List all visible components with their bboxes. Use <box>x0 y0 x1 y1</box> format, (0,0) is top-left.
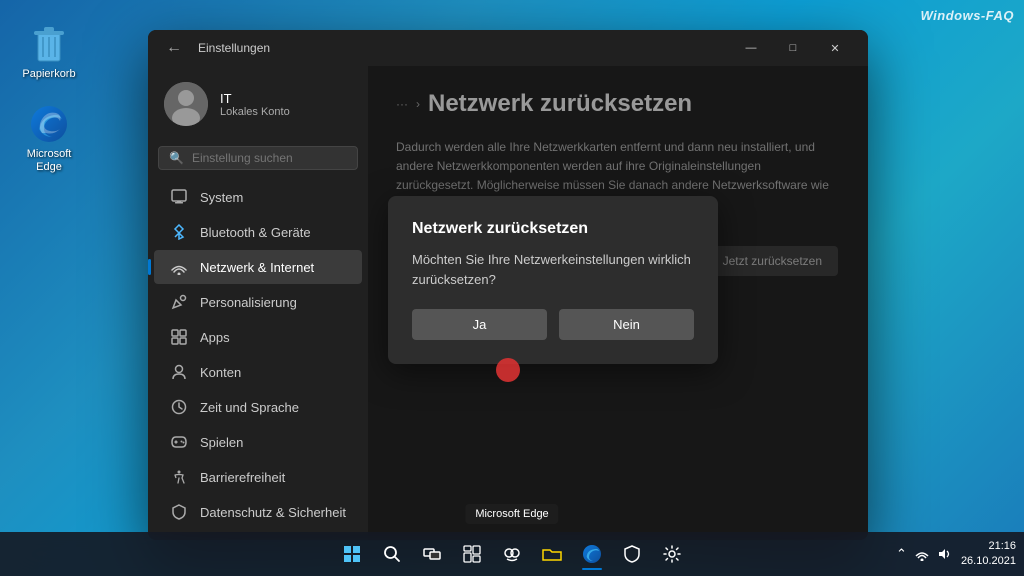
user-profile[interactable]: IT Lokales Konto <box>148 74 368 142</box>
search-input[interactable] <box>192 151 347 165</box>
sidebar-item-time[interactable]: Zeit und Sprache <box>154 390 362 424</box>
personalization-label: Personalisierung <box>200 295 297 310</box>
avatar <box>164 82 208 126</box>
chat-button[interactable] <box>494 536 530 572</box>
sidebar-item-bluetooth[interactable]: Bluetooth & Geräte <box>154 215 362 249</box>
system-icon <box>170 188 188 206</box>
minimize-button[interactable]: — <box>730 32 772 64</box>
window-title: Einstellungen <box>198 41 730 55</box>
sidebar: IT Lokales Konto 🔍 System <box>148 66 368 540</box>
apps-icon <box>170 328 188 346</box>
desktop: Windows-FAQ Papierkorb <box>0 0 1024 576</box>
back-button[interactable]: ← <box>160 37 188 59</box>
user-type: Lokales Konto <box>220 106 290 118</box>
bluetooth-label: Bluetooth & Geräte <box>200 225 311 240</box>
network-label: Netzwerk & Internet <box>200 260 314 275</box>
nein-button[interactable]: Nein <box>559 309 694 340</box>
settings-window: ← Einstellungen — □ ✕ <box>148 30 868 540</box>
papierkorb-label: Papierkorb <box>22 68 75 81</box>
time-display: 21:16 <box>961 539 1016 554</box>
desktop-icon-edge[interactable]: Microsoft Edge <box>14 100 84 178</box>
privacy-label: Datenschutz & Sicherheit <box>200 505 346 520</box>
bluetooth-icon <box>170 223 188 241</box>
watermark-text: Windows-FAQ <box>921 8 1015 23</box>
taskbar-search-button[interactable] <box>374 536 410 572</box>
privacy-icon <box>170 503 188 521</box>
time-label: Zeit und Sprache <box>200 400 299 415</box>
tray-volume[interactable] <box>935 545 953 563</box>
accessibility-icon <box>170 468 188 486</box>
window-controls: — □ ✕ <box>730 32 856 64</box>
sidebar-item-network[interactable]: Netzwerk & Internet <box>154 250 362 284</box>
sidebar-item-privacy[interactable]: Datenschutz & Sicherheit <box>154 495 362 529</box>
clock[interactable]: 21:16 26.10.2021 <box>961 539 1016 570</box>
edge-label: Microsoft Edge <box>18 148 80 174</box>
close-button[interactable]: ✕ <box>814 32 856 64</box>
maximize-button[interactable]: □ <box>772 32 814 64</box>
dialog-message: Möchten Sie Ihre Netzwerkeinstellungen w… <box>412 250 694 289</box>
tray-network[interactable] <box>913 545 931 563</box>
title-bar: ← Einstellungen — □ ✕ <box>148 30 868 66</box>
system-tray: ⌃ <box>894 544 953 564</box>
taskbar-right: ⌃ 21:16 26.10.2021 <box>894 539 1016 570</box>
taskbar-center <box>334 536 690 572</box>
sidebar-item-accounts[interactable]: Konten <box>154 355 362 389</box>
sidebar-item-apps[interactable]: Apps <box>154 320 362 354</box>
sidebar-item-personalization[interactable]: Personalisierung <box>154 285 362 319</box>
accessibility-label: Barrierefreiheit <box>200 470 285 485</box>
taskbar: ⌃ 21:16 26.10.2021 <box>0 532 1024 576</box>
dialog-overlay: Netzwerk zurücksetzen Möchten Sie Ihre N… <box>368 66 868 540</box>
taskbar-edge-button[interactable] <box>574 536 610 572</box>
ja-button[interactable]: Ja <box>412 309 547 340</box>
date-display: 26.10.2021 <box>961 554 1016 569</box>
search-icon: 🔍 <box>169 151 184 165</box>
desktop-icon-papierkorb[interactable]: Papierkorb <box>14 20 84 85</box>
gaming-label: Spielen <box>200 435 243 450</box>
system-label: System <box>200 190 243 205</box>
tray-chevron[interactable]: ⌃ <box>894 544 909 564</box>
start-button[interactable] <box>334 536 370 572</box>
taskbar-shield-button[interactable] <box>614 536 650 572</box>
search-box[interactable]: 🔍 <box>158 146 358 170</box>
task-view-button[interactable] <box>414 536 450 572</box>
apps-label: Apps <box>200 330 230 345</box>
sidebar-item-system[interactable]: System <box>154 180 362 214</box>
dialog-buttons: Ja Nein <box>412 309 694 340</box>
accounts-icon <box>170 363 188 381</box>
recycle-bin-icon <box>29 24 69 64</box>
dialog-title: Netzwerk zurücksetzen <box>412 220 694 238</box>
accounts-label: Konten <box>200 365 241 380</box>
sidebar-item-accessibility[interactable]: Barrierefreiheit <box>154 460 362 494</box>
sidebar-item-gaming[interactable]: Spielen <box>154 425 362 459</box>
user-name: IT <box>220 91 290 106</box>
settings-content: IT Lokales Konto 🔍 System <box>148 66 868 540</box>
taskbar-settings-button[interactable] <box>654 536 690 572</box>
confirm-dialog: Netzwerk zurücksetzen Möchten Sie Ihre N… <box>388 196 718 364</box>
explorer-button[interactable] <box>534 536 570 572</box>
time-icon <box>170 398 188 416</box>
network-icon <box>170 258 188 276</box>
personalization-icon <box>170 293 188 311</box>
main-content: ··· › Netzwerk zurücksetzen Dadurch werd… <box>368 66 868 540</box>
edge-icon <box>29 104 69 144</box>
user-info: IT Lokales Konto <box>220 91 290 118</box>
gaming-icon <box>170 433 188 451</box>
widgets-button[interactable] <box>454 536 490 572</box>
